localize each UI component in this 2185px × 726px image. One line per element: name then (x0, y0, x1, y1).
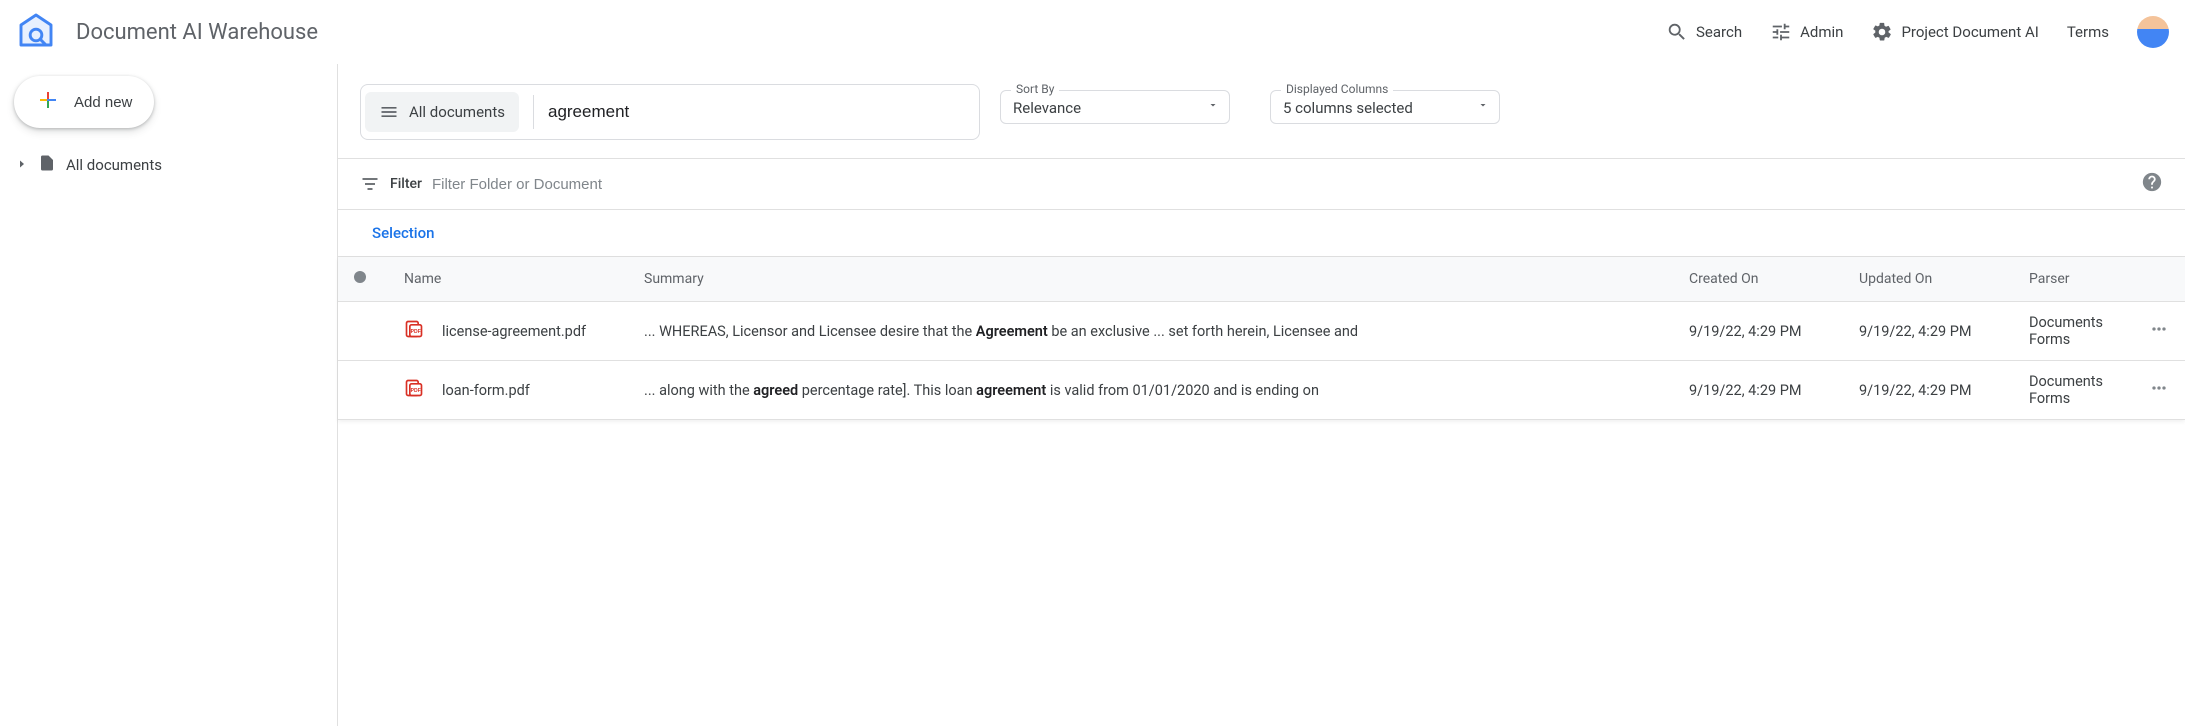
svg-text:PDF: PDF (411, 329, 421, 335)
search-input[interactable] (548, 102, 975, 122)
more-actions-icon[interactable] (2149, 326, 2169, 343)
gear-icon (1871, 21, 1893, 43)
sort-by-value: Relevance (1013, 99, 1081, 117)
pdf-icon: PDF (404, 378, 424, 402)
sidebar: Add new All documents (0, 64, 338, 726)
column-created[interactable]: Created On (1673, 257, 1843, 302)
column-parser[interactable]: Parser (2013, 257, 2133, 302)
chevron-right-icon (16, 156, 28, 174)
updated-cell: 9/19/22, 4:29 PM (1843, 302, 2013, 361)
logo-area: Document AI Warehouse (16, 10, 318, 54)
separator (533, 95, 534, 129)
columns-label: Displayed Columns (1281, 82, 1393, 96)
header-search-link[interactable]: Search (1666, 21, 1742, 43)
column-summary[interactable]: Summary (628, 257, 1673, 302)
select-all-toggle[interactable] (354, 271, 366, 283)
parser-cell: Documents Forms (2013, 302, 2133, 361)
table-row[interactable]: PDF loan-form.pdf ... along with the agree… (338, 361, 2185, 420)
app-header: Document AI Warehouse Search Admin Proje… (0, 0, 2185, 64)
plus-icon (36, 88, 60, 116)
created-cell: 9/19/22, 4:29 PM (1673, 302, 1843, 361)
sidebar-item-all-documents[interactable]: All documents (12, 146, 325, 184)
sort-by-label: Sort By (1011, 82, 1059, 96)
file-name: license-agreement.pdf (442, 323, 586, 340)
filter-input[interactable] (432, 176, 2131, 193)
more-actions-icon[interactable] (2149, 385, 2169, 402)
summary-cell: ... along with the agreed percentage rat… (628, 361, 1673, 420)
app-title: Document AI Warehouse (76, 20, 318, 45)
main-content: All documents Sort By Relevance Displaye… (338, 64, 2185, 726)
created-cell: 9/19/22, 4:29 PM (1673, 361, 1843, 420)
results-table: Name Summary Created On Updated On Parse… (338, 257, 2185, 420)
columns-value: 5 columns selected (1283, 99, 1413, 117)
search-box: All documents (360, 84, 980, 140)
tab-selection[interactable]: Selection (360, 210, 446, 256)
caret-down-icon (1477, 99, 1489, 115)
document-icon (38, 154, 56, 176)
table-row[interactable]: PDF license-agreement.pdf ... WHEREAS, Lic… (338, 302, 2185, 361)
parser-cell: Documents Forms (2013, 361, 2133, 420)
caret-down-icon (1207, 99, 1219, 115)
header-project-link[interactable]: Project Document AI (1871, 21, 2038, 43)
column-select (338, 257, 388, 302)
header-admin-link[interactable]: Admin (1770, 21, 1843, 43)
filter-label: Filter (390, 176, 422, 192)
header-terms-link[interactable]: Terms (2067, 23, 2109, 41)
header-actions: Search Admin Project Document AI Terms (1666, 16, 2169, 48)
user-avatar[interactable] (2137, 16, 2169, 48)
file-name: loan-form.pdf (442, 382, 530, 399)
app-logo-icon (16, 10, 56, 54)
filter-icon (360, 174, 380, 194)
tune-icon (1770, 21, 1792, 43)
list-icon (379, 102, 399, 122)
pdf-icon: PDF (404, 319, 424, 343)
filter-bar: Filter (338, 158, 2185, 210)
search-icon (1666, 21, 1688, 43)
add-new-button[interactable]: Add new (14, 76, 154, 128)
sort-by-dropdown[interactable]: Sort By Relevance (1000, 90, 1230, 124)
tabs: Selection (338, 210, 2185, 257)
column-name[interactable]: Name (388, 257, 628, 302)
svg-text:PDF: PDF (411, 388, 421, 394)
summary-cell: ... WHEREAS, Licensor and Licensee desir… (628, 302, 1673, 361)
displayed-columns-dropdown[interactable]: Displayed Columns 5 columns selected (1270, 90, 1500, 124)
help-icon[interactable] (2141, 171, 2163, 197)
column-updated[interactable]: Updated On (1843, 257, 2013, 302)
search-scope-chip[interactable]: All documents (365, 92, 519, 132)
updated-cell: 9/19/22, 4:29 PM (1843, 361, 2013, 420)
column-actions (2133, 257, 2185, 302)
